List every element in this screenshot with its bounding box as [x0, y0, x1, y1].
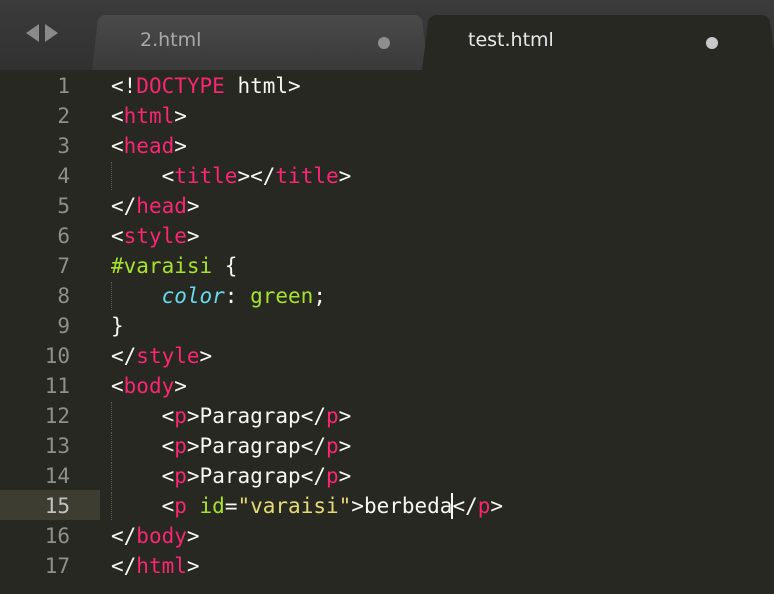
code-text: <style>: [111, 224, 200, 248]
tab-bar: 2.html test.html: [0, 0, 774, 70]
code-text: <body>: [111, 374, 187, 398]
code-line-14[interactable]: 14 <p>Paragrap</p>: [0, 460, 774, 490]
line-number: 11: [44, 374, 70, 398]
unsaved-dot-icon[interactable]: [706, 37, 718, 49]
code-text: #varaisi {: [111, 254, 238, 278]
code-text: }: [111, 314, 124, 338]
code-text: color: green;: [161, 284, 326, 308]
code-line-8[interactable]: 8 color: green;: [0, 280, 774, 310]
line-number: 6: [57, 224, 70, 248]
line-number: 9: [57, 314, 70, 338]
code-line-1[interactable]: 1 <!DOCTYPE html>: [0, 70, 774, 100]
code-line-13[interactable]: 13 <p>Paragrap</p>: [0, 430, 774, 460]
tab-label-test-html[interactable]: test.html: [468, 29, 554, 51]
code-text: </style>: [111, 344, 213, 368]
code-line-15[interactable]: 15 <p id="varaisi">berbeda</p>: [0, 490, 774, 520]
code-text: <p>Paragrap</p>: [161, 404, 352, 428]
code-line-3[interactable]: 3 <head>: [0, 130, 774, 160]
arrow-right-icon[interactable]: [45, 24, 58, 42]
tab-label-2-html[interactable]: 2.html: [140, 29, 201, 51]
line-number: 4: [57, 164, 70, 188]
line-number: 2: [57, 104, 70, 128]
code-line-11[interactable]: 11 <body>: [0, 370, 774, 400]
arrow-left-icon[interactable]: [26, 24, 39, 42]
code-line-12[interactable]: 12 <p>Paragrap</p>: [0, 400, 774, 430]
code-line-2[interactable]: 2 <html>: [0, 100, 774, 130]
line-number: 7: [57, 254, 70, 278]
unsaved-dot-icon[interactable]: [378, 37, 390, 49]
code-line-10[interactable]: 10 </style>: [0, 340, 774, 370]
code-text: </head>: [111, 194, 200, 218]
code-line-6[interactable]: 6 <style>: [0, 220, 774, 250]
code-line-4[interactable]: 4 <title></title>: [0, 160, 774, 190]
line-number: 8: [57, 284, 70, 308]
code-text: <title></title>: [161, 164, 352, 188]
code-text: </body>: [111, 524, 200, 548]
code-text: <p id="varaisi">berbeda</p>: [161, 493, 504, 519]
code-line-5[interactable]: 5 </head>: [0, 190, 774, 220]
code-line-17[interactable]: 17 </html>: [0, 550, 774, 580]
line-number: 3: [57, 134, 70, 158]
line-number: 14: [44, 464, 70, 488]
line-number: 13: [44, 434, 70, 458]
code-line-7[interactable]: 7 #varaisi {: [0, 250, 774, 280]
line-number: 15: [44, 494, 70, 518]
code-line-9[interactable]: 9 }: [0, 310, 774, 340]
line-number: 16: [44, 524, 70, 548]
code-text: <html>: [111, 104, 187, 128]
line-number: 12: [44, 404, 70, 428]
code-text: <p>Paragrap</p>: [161, 434, 352, 458]
line-number: 17: [44, 554, 70, 578]
line-number: 10: [44, 344, 70, 368]
tab-navigation: [26, 24, 58, 42]
code-line-16[interactable]: 16 </body>: [0, 520, 774, 550]
line-number: 1: [57, 74, 70, 98]
line-number: 5: [57, 194, 70, 218]
code-text: <!DOCTYPE html>: [111, 74, 301, 98]
editor-window: 2.html test.html 1 <!DOCTYPE html> 2 <ht…: [0, 0, 774, 594]
code-text: <p>Paragrap</p>: [161, 464, 352, 488]
code-editor[interactable]: 1 <!DOCTYPE html> 2 <html> 3 <head> 4 <t…: [0, 70, 774, 594]
code-text: <head>: [111, 134, 187, 158]
code-text: </html>: [111, 554, 200, 578]
